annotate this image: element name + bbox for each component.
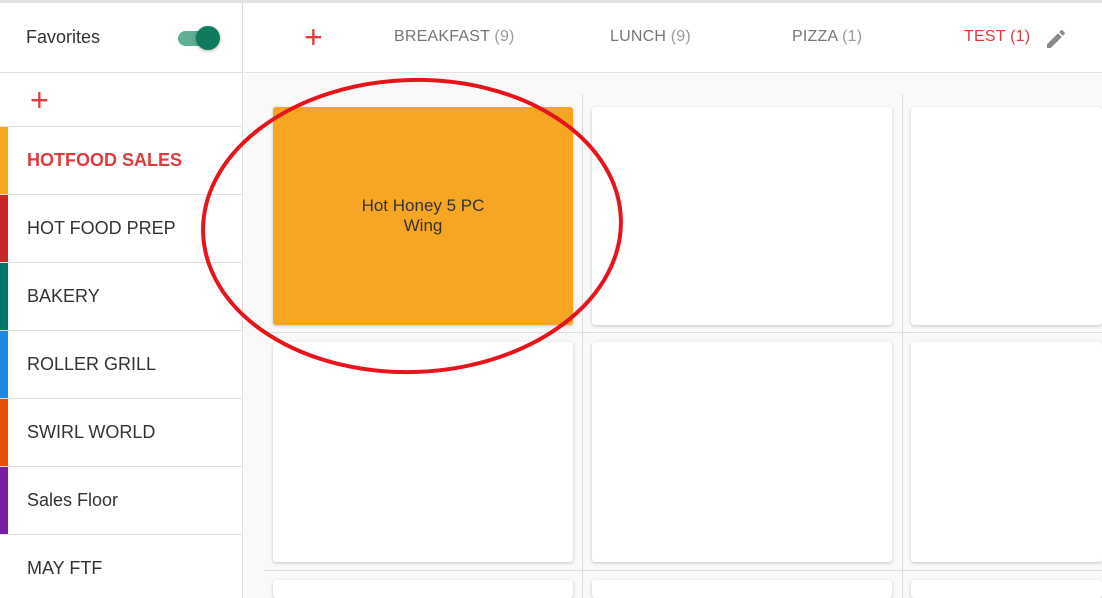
sidebar-item-sales-floor[interactable]: Sales Floor (0, 467, 242, 535)
sidebar-item-roller-grill[interactable]: ROLLER GRILL (0, 331, 242, 399)
menu-item-label-line1: Hot Honey 5 PC (361, 196, 485, 215)
grid-divider (902, 94, 903, 598)
sidebar-item-swirl-world[interactable]: SWIRL WORLD (0, 399, 242, 467)
sidebar-item-label: HOT FOOD PREP (27, 218, 176, 238)
sidebar-item-hotfood-sales[interactable]: HOTFOOD SALES (0, 127, 242, 195)
sidebar-item-hot-food-prep[interactable]: HOT FOOD PREP (0, 195, 242, 263)
sidebar-item-label: SWIRL WORLD (27, 422, 156, 442)
tab-count: (1) (1010, 28, 1031, 45)
sidebar-item-label: HOTFOOD SALES (27, 150, 183, 170)
sidebar-item-bakery[interactable]: BAKERY (0, 263, 242, 331)
category-color-bar (0, 399, 8, 466)
tab-label: LUNCH (610, 28, 667, 45)
subcategory-tab-bar: + BREAKFAST (9) LUNCH (9) PIZZA (1) TEST… (244, 3, 1102, 73)
empty-item-slot[interactable] (911, 107, 1102, 325)
category-color-bar (0, 195, 8, 262)
tab-pizza[interactable]: PIZZA (1) (792, 28, 862, 46)
item-grid: Hot Honey 5 PC Wing (244, 74, 1102, 598)
sidebar-item-label: ROLLER GRILL (27, 354, 157, 374)
favorites-label: Favorites (26, 27, 101, 47)
add-category-row[interactable]: + (0, 73, 242, 127)
edit-tab-pencil-icon[interactable] (1044, 27, 1068, 56)
category-color-bar (0, 331, 8, 398)
tab-count: (9) (494, 28, 515, 45)
sidebar-item-label: Sales Floor (27, 490, 119, 510)
tab-label: TEST (964, 28, 1006, 45)
category-color-bar (0, 263, 8, 330)
sidebar-item-may-ftf[interactable]: MAY FTF (0, 535, 242, 598)
menu-item-label-line2: Wing (403, 216, 443, 235)
empty-item-slot[interactable] (911, 342, 1102, 562)
empty-item-slot[interactable] (273, 342, 573, 562)
sidebar-item-label: BAKERY (27, 286, 100, 306)
category-color-bar (0, 127, 8, 194)
add-category-icon[interactable]: + (30, 84, 49, 116)
category-sidebar: Favorites + HOTFOOD SALES HOT FOOD PREP … (0, 3, 243, 598)
grid-divider (582, 94, 583, 598)
grid-divider (264, 332, 1102, 333)
empty-item-slot[interactable] (592, 107, 892, 325)
tab-count: (9) (670, 28, 691, 45)
empty-item-slot[interactable] (592, 342, 892, 562)
add-subcategory-icon[interactable]: + (304, 21, 323, 53)
app-window: Favorites + HOTFOOD SALES HOT FOOD PREP … (0, 0, 1102, 598)
tab-test[interactable]: TEST (1) (964, 28, 1030, 46)
tab-label: BREAKFAST (394, 28, 490, 45)
empty-item-slot[interactable] (273, 580, 573, 598)
category-color-bar (0, 467, 8, 534)
tab-count: (1) (842, 28, 863, 45)
empty-item-slot[interactable] (592, 580, 892, 598)
grid-divider (264, 570, 1102, 571)
favorites-row: Favorites (0, 3, 242, 73)
empty-item-slot[interactable] (911, 580, 1102, 598)
sidebar-item-label: MAY FTF (27, 558, 103, 578)
tab-breakfast[interactable]: BREAKFAST (9) (394, 28, 515, 46)
toggle-knob (196, 25, 220, 50)
favorites-toggle[interactable] (178, 25, 220, 50)
tab-label: PIZZA (792, 28, 838, 45)
tab-lunch[interactable]: LUNCH (9) (610, 28, 691, 46)
menu-item-button[interactable]: Hot Honey 5 PC Wing (273, 107, 573, 325)
